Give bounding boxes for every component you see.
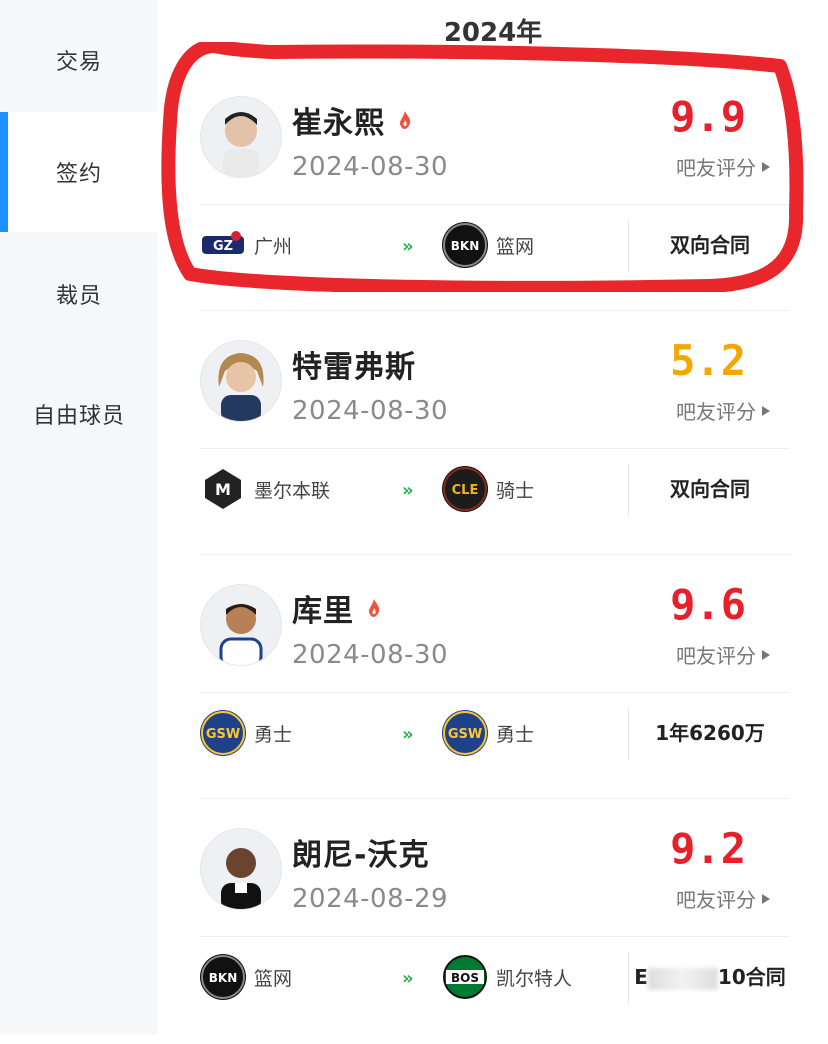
team-name: 凯尔特人 (496, 967, 573, 990)
sidebar-item-label: 裁员 (55, 284, 102, 309)
rating-score: 5.2 (670, 336, 746, 385)
signing-card[interactable]: 库里 2024-08-30 9.6 吧友评分 GSW 勇士 » GSW 勇士 1… (200, 560, 790, 800)
from-team[interactable]: BKN 篮网 (200, 954, 292, 1000)
to-team[interactable]: BOS 凯尔特人 (442, 954, 572, 1000)
hot-icon (400, 111, 411, 129)
team-logo-icon: BOS (442, 954, 488, 1000)
team-name: 勇士 (254, 723, 293, 746)
svg-text:GSW: GSW (206, 727, 240, 742)
player-name: 库里 (292, 594, 354, 629)
chevron-right-icon (762, 405, 770, 416)
vertical-divider (628, 708, 629, 760)
svg-text:M: M (215, 480, 231, 499)
chevron-right-icon (762, 161, 770, 172)
team-logo-icon: M (200, 466, 246, 512)
chevron-right-icon (762, 893, 770, 904)
signing-card[interactable]: 朗尼-沃克 2024-08-29 9.2 吧友评分 BKN 篮网 » BOS 凯… (200, 804, 790, 1044)
rating-score: 9.6 (670, 580, 746, 629)
player-name: 朗尼-沃克 (292, 838, 430, 873)
transfer-arrow-icon: » (402, 968, 414, 989)
rating-link[interactable]: 吧友评分 (676, 640, 770, 669)
svg-text:GSW: GSW (448, 727, 482, 742)
blurred-text (647, 967, 718, 990)
team-logo-icon: BKN (442, 222, 488, 268)
sidebar-item-waived[interactable]: 裁员 (0, 234, 158, 354)
transfer-arrow-icon: » (402, 480, 414, 501)
divider (200, 692, 790, 693)
sidebar: 交易 签约 裁员 自由球员 (0, 0, 158, 1034)
player-name: 崔永熙 (292, 106, 385, 141)
player-name: 特雷弗斯 (292, 350, 416, 385)
transfer-arrow-icon: » (402, 724, 414, 745)
sidebar-item-label: 交易 (55, 50, 102, 75)
svg-text:BKN: BKN (209, 971, 238, 985)
contract-type: 1年6260万 (655, 721, 765, 745)
from-team[interactable]: M 墨尔本联 (200, 466, 330, 512)
svg-text:BOS: BOS (451, 971, 479, 985)
player-avatar (200, 584, 282, 666)
to-team[interactable]: BKN 篮网 (442, 222, 534, 268)
signing-date: 2024-08-30 (292, 640, 449, 670)
from-team[interactable]: GZ 广州 (200, 222, 292, 268)
from-team[interactable]: GSW 勇士 (200, 710, 292, 756)
contract-type: 双向合同 (670, 477, 750, 501)
team-name: 骑士 (496, 479, 535, 502)
team-name: 勇士 (496, 723, 535, 746)
sidebar-item-signing[interactable]: 签约 (0, 112, 158, 232)
sidebar-item-label: 签约 (55, 162, 102, 187)
team-logo-icon: CLE (442, 466, 488, 512)
vertical-divider (628, 464, 629, 516)
player-avatar (200, 340, 282, 422)
divider (200, 936, 790, 937)
divider (200, 204, 790, 205)
signing-date: 2024-08-29 (292, 884, 449, 914)
sidebar-item-trade[interactable]: 交易 (0, 0, 158, 120)
rating-label: 吧友评分 (676, 888, 756, 912)
year-header: 2024年 (443, 18, 543, 48)
team-logo-icon: GSW (442, 710, 488, 756)
divider (200, 798, 790, 799)
svg-text:BKN: BKN (451, 239, 480, 253)
chevron-right-icon (762, 649, 770, 660)
vertical-divider (628, 220, 629, 272)
contract-text: 10合同 (717, 965, 786, 989)
divider (200, 448, 790, 449)
svg-text:GZ: GZ (213, 239, 233, 254)
signing-date: 2024-08-30 (292, 152, 449, 182)
rating-label: 吧友评分 (676, 156, 756, 180)
to-team[interactable]: CLE 骑士 (442, 466, 534, 512)
signing-card[interactable]: 崔永熙 2024-08-30 9.9 吧友评分 GZ 广州 » BKN 篮网 双… (200, 72, 790, 312)
contract-type: E 10合同 (630, 954, 790, 1000)
rating-score: 9.9 (670, 92, 746, 141)
sidebar-item-free-agents[interactable]: 自由球员 (0, 354, 158, 474)
sidebar-item-label: 自由球员 (32, 404, 125, 429)
contract-prefix: E (634, 965, 648, 989)
hot-icon (369, 599, 380, 617)
to-team[interactable]: GSW 勇士 (442, 710, 534, 756)
svg-text:CLE: CLE (452, 483, 479, 498)
divider (200, 310, 790, 311)
player-avatar (200, 828, 282, 910)
contract-type: 双向合同 (670, 233, 750, 257)
rating-label: 吧友评分 (676, 400, 756, 424)
vertical-divider (628, 952, 629, 1004)
team-name: 篮网 (496, 235, 535, 258)
rating-score: 9.2 (670, 824, 746, 873)
player-avatar (200, 96, 282, 178)
team-logo-icon: GZ (200, 222, 246, 268)
rating-link[interactable]: 吧友评分 (676, 152, 770, 181)
rating-label: 吧友评分 (676, 644, 756, 668)
rating-link[interactable]: 吧友评分 (676, 396, 770, 425)
team-name: 广州 (254, 235, 293, 258)
team-name: 篮网 (254, 967, 293, 990)
team-name: 墨尔本联 (254, 479, 331, 502)
team-logo-icon: BKN (200, 954, 246, 1000)
rating-link[interactable]: 吧友评分 (676, 884, 770, 913)
divider (200, 554, 790, 555)
signing-card[interactable]: 特雷弗斯 2024-08-30 5.2 吧友评分 M 墨尔本联 » CLE 骑士… (200, 316, 790, 556)
signing-date: 2024-08-30 (292, 396, 449, 426)
transfer-arrow-icon: » (402, 236, 414, 257)
team-logo-icon: GSW (200, 710, 246, 756)
